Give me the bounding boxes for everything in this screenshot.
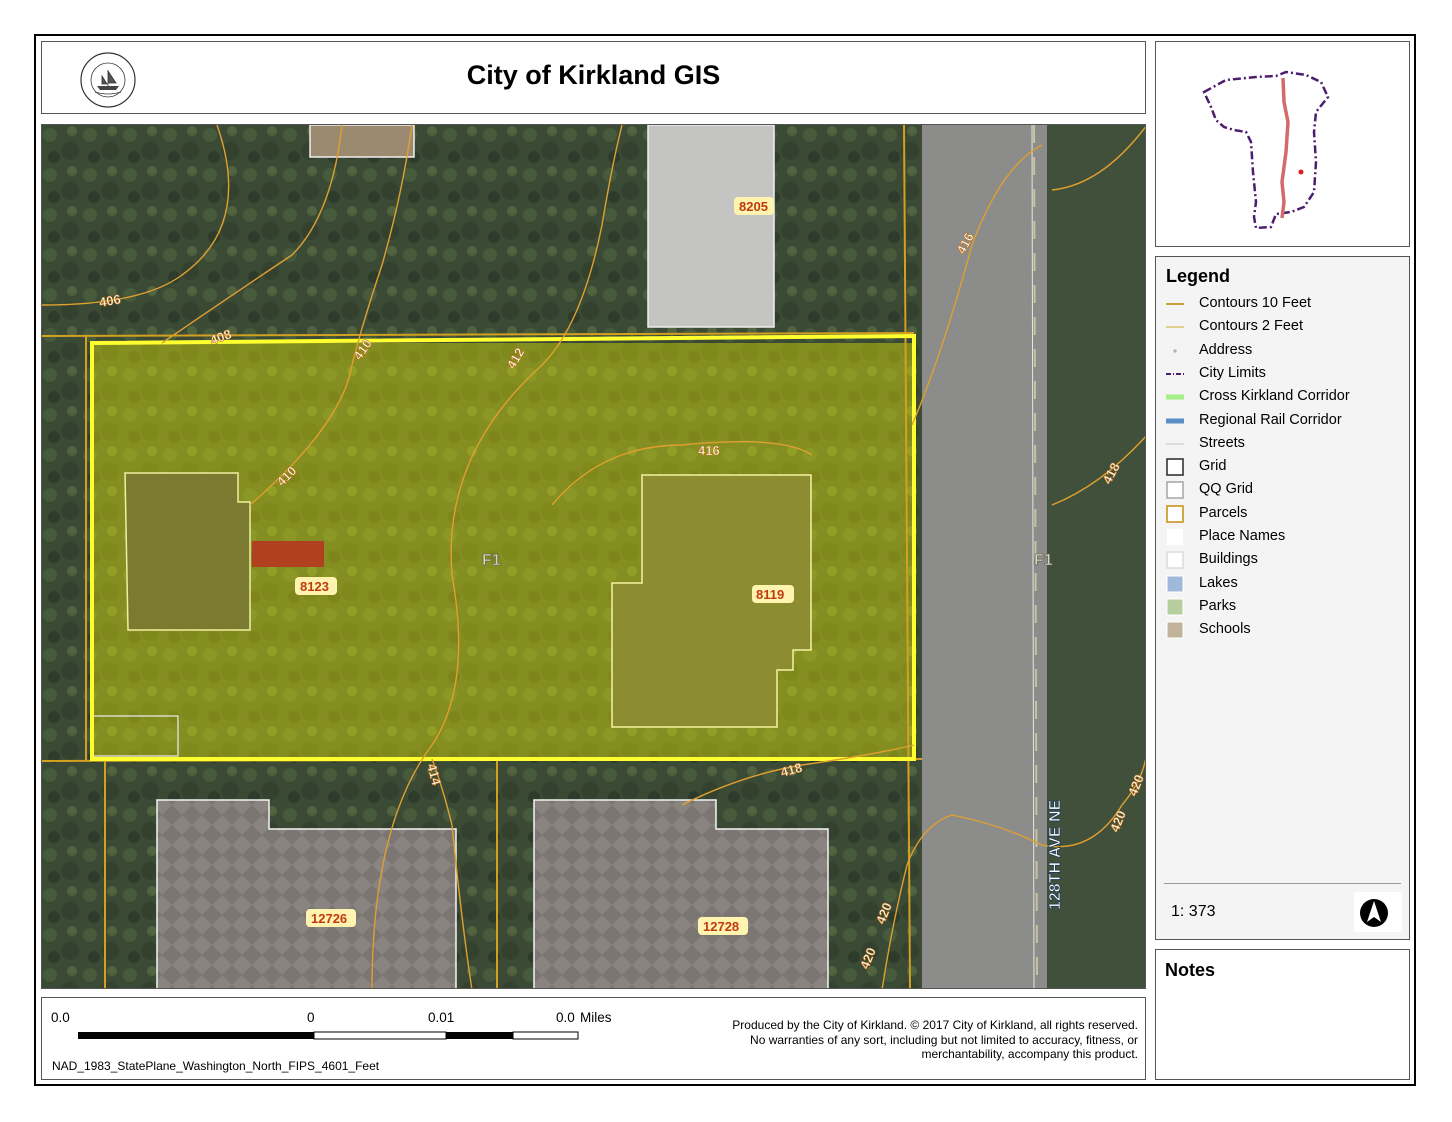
address-label: 12728 [703, 919, 739, 934]
page-title: City of Kirkland GIS [466, 60, 721, 90]
legend-symbol-icon [1166, 365, 1184, 383]
legend-item: Cross Kirkland Corridor [1163, 386, 1406, 408]
road-surface [922, 125, 1047, 988]
title-panel: City of Kirkland GIS [41, 41, 1146, 114]
legend-item: City Limits [1166, 363, 1406, 385]
scale-tick-label: 0.0 [51, 1010, 70, 1025]
legend-item-label: Parks [1199, 597, 1237, 614]
grid-label: F1 [1034, 552, 1053, 569]
address-label: 8119 [756, 587, 784, 602]
legend-item: Place Names [1166, 526, 1406, 548]
legend-item: Address [1166, 340, 1406, 362]
legend-symbol-icon [1166, 551, 1184, 570]
legend-item-label: Address [1199, 341, 1253, 358]
legend-item-label: Schools [1199, 621, 1251, 638]
legend-item-label: Lakes [1199, 574, 1238, 591]
legend-item: Contours 2 Feet [1166, 316, 1406, 338]
building-12726 [156, 799, 457, 988]
legend-item-label: Parcels [1199, 504, 1248, 521]
scale-tick-label: 0.01 [428, 1010, 455, 1025]
notes-title: Notes [1165, 960, 1216, 980]
legend-item: Parks [1166, 596, 1406, 618]
legend-item: Buildings [1166, 549, 1406, 571]
grid-label: F1 [482, 552, 501, 569]
credits-line: merchantability, accompany this product. [921, 1047, 1138, 1061]
legend-title: Legend [1166, 266, 1231, 286]
legend-symbol-icon [1166, 598, 1184, 616]
address-label: 8123 [300, 579, 329, 594]
notes-panel: Notes [1155, 949, 1410, 1080]
building-8123 [124, 472, 251, 631]
legend-symbol-icon [1166, 458, 1184, 476]
legend-symbol-icon [1166, 318, 1184, 336]
legend-item-label: Contours 10 Feet [1199, 295, 1312, 311]
legend-item-label: Streets [1199, 434, 1245, 451]
legend-item: Schools [1166, 619, 1406, 641]
corridor-line [1280, 77, 1290, 219]
credits: Produced by the City of Kirkland. © 2017… [678, 1018, 1138, 1062]
legend-symbol-icon [1166, 342, 1184, 360]
legend-symbol-icon [1163, 388, 1187, 406]
legend-item: Streets [1166, 433, 1406, 455]
legend-item: Parcels [1166, 503, 1406, 525]
legend-item-label: Contours 2 Feet [1199, 318, 1303, 335]
legend-divider [1164, 883, 1401, 884]
legend-item-label: Grid [1199, 458, 1227, 475]
map-canvas[interactable]: 406 408 410 412 410 416 416 418 418 414 … [42, 125, 1146, 989]
building-12728 [533, 799, 829, 988]
scale-bar [78, 1031, 579, 1040]
legend-item-label: QQ Grid [1199, 481, 1253, 498]
legend-symbol-icon [1166, 504, 1184, 523]
credits-line: Produced by the City of Kirkland. © 2017… [732, 1018, 1138, 1032]
contour-label: 416 [698, 443, 720, 458]
legend-panel: Legend Contours 10 Feet Contours 2 Feet Ad… [1155, 256, 1410, 940]
scale-panel: 0.0 0 0.01 0.0 Miles NAD_1983_StatePlane… [41, 997, 1146, 1080]
legend-symbol-icon [1166, 295, 1184, 313]
legend-item-label: Regional Rail Corridor [1199, 411, 1342, 428]
legend-symbol-icon [1166, 575, 1184, 593]
north-arrow-icon [1354, 892, 1402, 932]
scale-tick-label: 0.0 [556, 1010, 575, 1025]
legend-item: Grid [1166, 456, 1406, 478]
shed [252, 541, 324, 567]
address-label: 12726 [311, 911, 347, 926]
legend-item-label: City Limits [1199, 364, 1266, 381]
scale-ratio: 1: 373 [1171, 903, 1216, 920]
legend-symbol-icon [1166, 435, 1184, 453]
overview-map[interactable] [1155, 41, 1410, 247]
legend-item: Lakes [1166, 573, 1406, 595]
building-8205 [647, 125, 775, 328]
projection-label: NAD_1983_StatePlane_Washington_North_FIP… [52, 1059, 380, 1073]
legend-item: QQ Grid [1166, 479, 1406, 501]
legend-item-label: Buildings [1199, 551, 1258, 568]
legend-symbol-icon [1163, 412, 1187, 430]
legend-item-label: Cross Kirkland Corridor [1199, 388, 1350, 405]
overview-map-canvas [1202, 70, 1330, 230]
legend-item-label: Place Names [1199, 528, 1286, 544]
legend-item: Regional Rail Corridor [1163, 410, 1406, 432]
location-marker [1298, 169, 1304, 175]
address-label: 8205 [739, 199, 768, 214]
legend-symbol-icon [1166, 621, 1184, 639]
legend-symbol-icon [1166, 528, 1184, 546]
legend-symbol-icon [1166, 481, 1184, 500]
city-limits-outline [1202, 70, 1330, 230]
street-label: 128TH AVE NE [1047, 799, 1064, 910]
map-view[interactable]: 406 408 410 412 410 416 416 418 418 414 … [41, 124, 1146, 989]
credits-line: No warranties of any sort, including but… [750, 1032, 1138, 1047]
scale-tick-label: 0 [307, 1010, 315, 1025]
legend-item: Contours 10 Feet [1166, 293, 1406, 315]
scale-units: Miles [580, 1010, 612, 1025]
structure-north [309, 125, 415, 158]
